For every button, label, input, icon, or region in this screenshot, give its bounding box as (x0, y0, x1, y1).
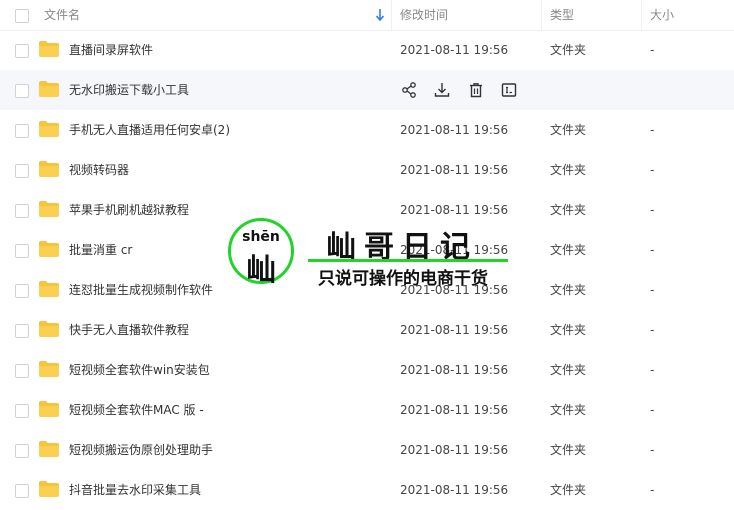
file-size: - (650, 323, 655, 337)
watermark-subtitle: 只说可操作的电商干货 (318, 269, 488, 289)
table-row[interactable]: 视频转码器 2021-08-11 19:56 文件夹 - (0, 150, 734, 190)
folder-icon (39, 121, 59, 137)
file-size: - (650, 403, 655, 417)
folder-icon (39, 201, 59, 217)
table-row[interactable]: 短视频搬运伪原创处理助手 2021-08-11 19:56 文件夹 - (0, 430, 734, 470)
table-row[interactable]: 抖音批量去水印采集工具 2021-08-11 19:56 文件夹 - (0, 470, 734, 510)
file-size: - (650, 203, 655, 217)
file-size: - (650, 43, 655, 57)
file-name[interactable]: 手机无人直播适用任何安卓(2) (69, 110, 230, 150)
column-divider (391, 0, 392, 30)
delete-icon[interactable] (467, 81, 485, 99)
download-icon[interactable] (433, 81, 451, 99)
file-name[interactable]: 短视频全套软件win安装包 (69, 350, 210, 390)
column-divider (541, 0, 542, 30)
file-type: 文件夹 (550, 483, 587, 497)
column-header-name[interactable]: 文件名 (44, 0, 80, 30)
folder-icon (39, 241, 59, 257)
folder-icon (39, 321, 59, 337)
file-type: 文件夹 (550, 243, 587, 257)
file-size: - (650, 243, 655, 257)
file-type: 文件夹 (550, 43, 587, 57)
file-type: 文件夹 (550, 123, 587, 137)
file-type: 文件夹 (550, 403, 587, 417)
row-checkbox[interactable] (15, 84, 29, 98)
file-type: 文件夹 (550, 283, 587, 297)
file-name[interactable]: 无水印搬运下载小工具 (69, 70, 189, 110)
row-checkbox[interactable] (15, 124, 29, 138)
file-type: 文件夹 (550, 363, 587, 377)
file-size: - (650, 163, 655, 177)
file-name[interactable]: 苹果手机刷机越狱教程 (69, 190, 189, 230)
table-row[interactable]: 手机无人直播适用任何安卓(2) 2021-08-11 19:56 文件夹 - (0, 110, 734, 150)
modified-date: 2021-08-11 19:56 (400, 483, 509, 497)
folder-icon (39, 161, 59, 177)
folder-icon (39, 481, 59, 497)
folder-icon (39, 401, 59, 417)
file-type: 文件夹 (550, 323, 587, 337)
table-row[interactable]: 短视频全套软件win安装包 2021-08-11 19:56 文件夹 - (0, 350, 734, 390)
watermark-circle: shēn 屾 (228, 218, 294, 288)
row-checkbox[interactable] (15, 364, 29, 378)
select-all-checkbox[interactable] (15, 9, 29, 23)
modified-date: 2021-08-11 19:56 (400, 363, 509, 377)
file-list-header: 文件名 修改时间 类型 大小 (0, 0, 734, 31)
file-name[interactable]: 短视频搬运伪原创处理助手 (69, 430, 213, 470)
file-name[interactable]: 连怼批量生成视频制作软件 (69, 270, 213, 310)
file-name[interactable]: 抖音批量去水印采集工具 (69, 470, 201, 510)
row-checkbox[interactable] (15, 324, 29, 338)
row-checkbox[interactable] (15, 204, 29, 218)
modified-date: 2021-08-11 19:56 (400, 43, 509, 57)
file-name[interactable]: 批量消重 cr (69, 230, 132, 270)
row-checkbox[interactable] (15, 404, 29, 418)
file-name[interactable]: 短视频全套软件MAC 版 - (69, 390, 204, 430)
column-header-modified[interactable]: 修改时间 (400, 0, 448, 30)
row-checkbox[interactable] (15, 164, 29, 178)
file-size: - (650, 283, 655, 297)
column-header-size[interactable]: 大小 (650, 0, 674, 30)
file-name[interactable]: 快手无人直播软件教程 (69, 310, 189, 350)
file-size: - (650, 123, 655, 137)
modified-date: 2021-08-11 19:56 (400, 443, 509, 457)
folder-icon (39, 281, 59, 297)
table-row[interactable]: 直播间录屏软件 2021-08-11 19:56 文件夹 - (0, 30, 734, 70)
sort-arrow-down-icon[interactable] (375, 8, 385, 22)
column-divider (641, 0, 642, 30)
watermark-underline (308, 259, 508, 262)
table-row[interactable]: 短视频全套软件MAC 版 - 2021-08-11 19:56 文件夹 - (0, 390, 734, 430)
file-type: 文件夹 (550, 443, 587, 457)
file-type: 文件夹 (550, 203, 587, 217)
table-row[interactable]: 快手无人直播软件教程 2021-08-11 19:56 文件夹 - (0, 310, 734, 350)
row-checkbox[interactable] (15, 444, 29, 458)
row-checkbox[interactable] (15, 44, 29, 58)
watermark-pinyin: shēn (242, 229, 280, 245)
share-icon[interactable] (400, 81, 418, 99)
folder-icon (39, 361, 59, 377)
folder-icon (39, 81, 59, 97)
watermark-char: 屾 (246, 253, 276, 288)
row-checkbox[interactable] (15, 284, 29, 298)
file-size: - (650, 483, 655, 497)
file-type: 文件夹 (550, 163, 587, 177)
row-checkbox[interactable] (15, 244, 29, 258)
modified-date: 2021-08-11 19:56 (400, 163, 509, 177)
file-name[interactable]: 直播间录屏软件 (69, 30, 153, 70)
column-header-type[interactable]: 类型 (550, 0, 574, 30)
file-name[interactable]: 视频转码器 (69, 150, 129, 190)
table-row-hovered[interactable]: 无水印搬运下载小工具 (0, 70, 734, 110)
folder-icon (39, 441, 59, 457)
row-checkbox[interactable] (15, 484, 29, 498)
rename-icon[interactable] (500, 81, 518, 99)
watermark-logo: shēn 屾 屾哥日记 只说可操作的电商干货 (228, 218, 513, 289)
modified-date: 2021-08-11 19:56 (400, 403, 509, 417)
file-size: - (650, 363, 655, 377)
folder-icon (39, 41, 59, 57)
file-size: - (650, 443, 655, 457)
modified-date: 2021-08-11 19:56 (400, 323, 509, 337)
modified-date: 2021-08-11 19:56 (400, 123, 509, 137)
